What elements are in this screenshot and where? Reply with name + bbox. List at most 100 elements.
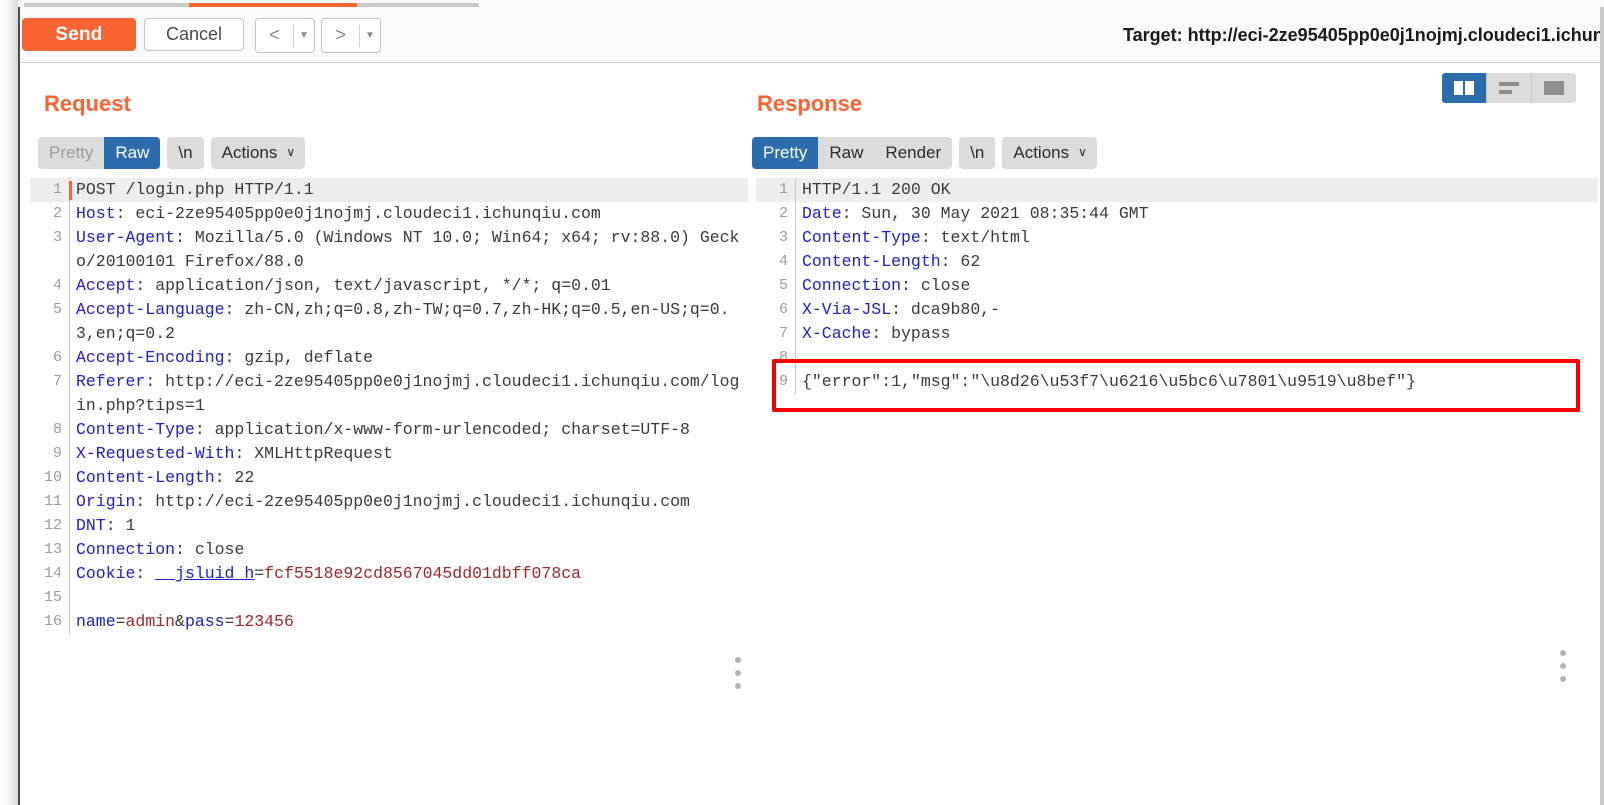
chevron-left-icon: <: [268, 25, 281, 46]
code-token: Content-Type: [76, 420, 195, 439]
code-line-text: name=admin&pass=123456: [70, 610, 748, 634]
tab-response-raw[interactable]: Raw: [818, 137, 874, 169]
request-editor[interactable]: 1 POST /login.php HTTP/1.1 2 Host: eci-2ze9…: [30, 178, 748, 805]
code-line[interactable]: 5 Accept-Language: zh-CN,zh;q=0.8,zh-TW;q…: [30, 298, 748, 346]
code-token: : gzip, deflate: [224, 348, 374, 367]
line-number: 13: [43, 541, 62, 558]
code-line[interactable]: 9 {"error":1,"msg":"\u8d26\u53f7\u6216\u5…: [756, 370, 1598, 394]
request-resize-handle[interactable]: [735, 657, 741, 696]
gutter-separator: [69, 586, 70, 610]
line-number: 1: [52, 181, 62, 198]
send-button[interactable]: Send: [22, 18, 136, 51]
code-line[interactable]: 6 Accept-Encoding: gzip, deflate: [30, 346, 748, 370]
code-line[interactable]: 3 User-Agent: Mozilla/5.0 (Windows NT 10.…: [30, 226, 748, 274]
code-token: Date: [802, 204, 842, 223]
line-number: 2: [778, 205, 788, 222]
side-by-side-icon: [1454, 81, 1474, 95]
previous-request-button[interactable]: < ▼: [255, 18, 315, 53]
code-line[interactable]: 9 X-Requested-With: XMLHttpRequest: [30, 442, 748, 466]
code-token: Accept: [76, 276, 136, 295]
code-token: name: [76, 612, 116, 631]
code-line[interactable]: 5 Connection: close: [756, 274, 1598, 298]
response-panel-title: Response: [757, 91, 863, 116]
window-left-chrome: [0, 0, 18, 805]
line-number: 7: [778, 325, 788, 342]
code-line-text: Content-Length: 62: [796, 250, 1598, 274]
response-format-tabgroup: Pretty Raw Render: [752, 137, 953, 169]
code-line[interactable]: 4 Accept: application/json, text/javascri…: [30, 274, 748, 298]
cancel-button[interactable]: Cancel: [144, 18, 244, 51]
response-newline-tabgroup: \n: [959, 137, 996, 169]
code-token: X-Via-JSL: [802, 300, 892, 319]
code-token: : application/x-www-form-urlencoded; cha…: [194, 420, 690, 439]
code-token: Origin: [76, 492, 136, 511]
code-token: =: [254, 564, 265, 583]
code-line[interactable]: 8: [756, 346, 1598, 370]
code-line[interactable]: 2 Date: Sun, 30 May 2021 08:35:44 GMT: [756, 202, 1598, 226]
line-number: 2: [52, 205, 62, 222]
code-line[interactable]: 13 Connection: close: [30, 538, 748, 562]
next-request-button[interactable]: > ▼: [321, 18, 381, 53]
line-number: 3: [778, 229, 788, 246]
code-line[interactable]: 6 X-Via-JSL: dca9b80,-: [756, 298, 1598, 322]
code-token: : http://eci-2ze95405pp0e0j1nojmj.cloude…: [135, 492, 690, 511]
layout-single-pane-button[interactable]: [1532, 73, 1576, 103]
code-line[interactable]: 7 X-Cache: bypass: [756, 322, 1598, 346]
chevron-down-icon[interactable]: ▼: [294, 20, 314, 51]
code-token: :: [135, 564, 156, 583]
gutter-separator: [795, 346, 796, 370]
code-line[interactable]: 1 POST /login.php HTTP/1.1: [30, 178, 748, 202]
code-line[interactable]: 11 Origin: http://eci-2ze95405pp0e0j1nojm…: [30, 490, 748, 514]
code-line[interactable]: 7 Referer: http://eci-2ze95405pp0e0j1nojm…: [30, 370, 748, 418]
code-token: X-Cache: [802, 324, 872, 343]
tab-response-pretty[interactable]: Pretty: [752, 137, 819, 169]
tab-response-render[interactable]: Render: [874, 137, 952, 169]
code-line[interactable]: 15: [30, 586, 748, 610]
layout-side-by-side-button[interactable]: [1442, 73, 1487, 103]
code-token: fcf5518e92cd8567045dd01dbff078ca: [264, 564, 582, 583]
code-token: __jsluid_h: [155, 564, 255, 583]
code-token: : close: [175, 540, 245, 559]
line-number: 14: [43, 565, 62, 582]
request-view-tabs: Pretty Raw \n Actions ∨: [38, 137, 306, 169]
code-line[interactable]: 2 Host: eci-2ze95405pp0e0j1nojmj.cloudeci…: [30, 202, 748, 226]
tab-request-pretty[interactable]: Pretty: [38, 137, 104, 169]
code-token: : bypass: [871, 324, 951, 343]
response-resize-handle[interactable]: [1560, 650, 1566, 689]
code-line[interactable]: 10 Content-Length: 22: [30, 466, 748, 490]
code-line-text: Content-Type: application/x-www-form-url…: [70, 418, 748, 442]
code-line[interactable]: 1 HTTP/1.1 200 OK: [756, 178, 1598, 202]
code-line[interactable]: 4 Content-Length: 62: [756, 250, 1598, 274]
code-line[interactable]: 8 Content-Type: application/x-www-form-ur…: [30, 418, 748, 442]
code-token: &: [175, 612, 185, 631]
line-number: 6: [778, 301, 788, 318]
single-pane-icon: [1544, 81, 1564, 95]
code-token: Connection: [802, 276, 902, 295]
request-actions-label: Actions: [221, 143, 278, 162]
code-token: HTTP/1.1 200 OK: [802, 180, 951, 199]
code-line-text: Cookie: __jsluid_h=fcf5518e92cd8567045dd…: [70, 562, 748, 586]
response-actions-button[interactable]: Actions ∨: [1002, 137, 1097, 169]
code-line[interactable]: 12 DNT: 1: [30, 514, 748, 538]
code-line[interactable]: 16 name=admin&pass=123456: [30, 610, 748, 634]
tab-request-newline[interactable]: \n: [167, 137, 203, 169]
chevron-down-icon[interactable]: ▼: [360, 20, 380, 51]
tab-request-raw[interactable]: Raw: [104, 137, 161, 169]
line-number: 12: [43, 517, 62, 534]
code-token: Cookie: [76, 564, 136, 583]
layout-stacked-button[interactable]: [1487, 73, 1532, 103]
response-editor[interactable]: 1 HTTP/1.1 200 OK 2 Date: Sun, 30 May 2021 …: [756, 178, 1598, 805]
code-line[interactable]: 14 Cookie: __jsluid_h=fcf5518e92cd8567045…: [30, 562, 748, 586]
code-token: Referer: [76, 372, 146, 391]
code-token: 123456: [234, 612, 294, 631]
request-actions-button[interactable]: Actions ∨: [210, 137, 306, 169]
code-line-text: User-Agent: Mozilla/5.0 (Windows NT 10.0…: [70, 226, 748, 274]
tab-response-newline[interactable]: \n: [959, 137, 995, 169]
response-view-tabs: Pretty Raw Render \n Actions ∨: [752, 137, 1097, 169]
code-token: =: [115, 612, 126, 631]
code-line-text: X-Via-JSL: dca9b80,-: [796, 298, 1598, 322]
code-line[interactable]: 3 Content-Type: text/html: [756, 226, 1598, 250]
code-line-text: HTTP/1.1 200 OK: [796, 178, 1598, 202]
code-token: Accept-Language: [76, 300, 225, 319]
code-line-text: Date: Sun, 30 May 2021 08:35:44 GMT: [796, 202, 1598, 226]
